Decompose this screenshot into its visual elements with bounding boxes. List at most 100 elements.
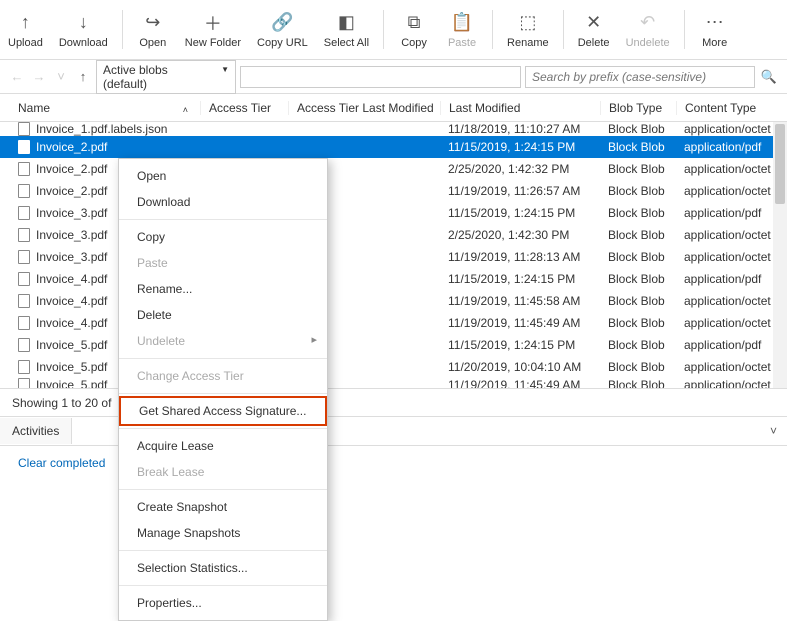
ctx-rename[interactable]: Rename... [119,276,327,302]
delete-icon: ✕ [586,11,601,35]
file-icon [18,294,30,308]
column-access-tier[interactable]: Access Tier [200,101,288,115]
upload-icon: ↑ [21,11,30,35]
cell-blob-type: Block Blob [600,294,676,308]
view-filter-dropdown[interactable]: Active blobs (default) [96,60,236,94]
cell-content-type: application/pdf [676,272,787,286]
table-row[interactable]: Invoice_1.pdf.labels.json11/18/2019, 11:… [0,122,787,136]
cell-blob-type: Block Blob [600,338,676,352]
context-menu: Open Download Copy Paste Rename... Delet… [118,158,328,621]
cell-last-modified: 11/15/2019, 1:24:15 PM [440,272,600,286]
cell-last-modified: 11/15/2019, 1:24:15 PM [440,338,600,352]
cell-last-modified: 11/19/2019, 11:45:49 AM [440,316,600,330]
column-content-type[interactable]: Content Type [676,101,787,115]
cell-content-type: application/octet [676,316,787,330]
copy-url-button[interactable]: 🔗 Copy URL [249,4,316,55]
upload-button[interactable]: ↑ Upload [0,4,51,55]
file-icon [18,184,30,198]
cell-last-modified: 11/19/2019, 11:45:58 AM [440,294,600,308]
paste-button: 📋 Paste [438,4,486,55]
file-name: Invoice_5.pdf [36,378,107,388]
nav-bar: ← → ˅ ↑ Active blobs (default) 🔍 [0,60,787,94]
cell-last-modified: 11/15/2019, 1:24:15 PM [440,206,600,220]
ctx-separator [119,393,327,394]
cell-last-modified: 11/19/2019, 11:28:13 AM [440,250,600,264]
path-input[interactable] [240,66,521,88]
cell-content-type: application/octet [676,294,787,308]
scroll-thumb[interactable] [775,124,785,204]
cell-last-modified: 2/25/2020, 1:42:32 PM [440,162,600,176]
nav-back-icon: ← [8,68,26,86]
ctx-properties[interactable]: Properties... [119,590,327,616]
cell-blob-type: Block Blob [600,360,676,374]
open-icon: ↪ [145,11,160,35]
file-name: Invoice_3.pdf [36,228,107,242]
table-row[interactable]: Invoice_2.pdf 11/15/2019, 1:24:15 PMBlock… [0,136,787,158]
copy-url-label: Copy URL [257,37,308,49]
vertical-scrollbar[interactable] [773,122,787,388]
column-last-modified[interactable]: Last Modified [440,101,600,115]
file-name: Invoice_5.pdf [36,338,107,352]
open-button[interactable]: ↪ Open [129,4,177,55]
file-name: Invoice_4.pdf [36,316,107,330]
ctx-copy[interactable]: Copy [119,224,327,250]
copy-button[interactable]: ⧉ Copy [390,4,438,55]
cell-last-modified: 11/20/2019, 10:04:10 AM [440,360,600,374]
cell-content-type: application/octet [676,122,787,136]
cell-content-type: application/octet [676,162,787,176]
file-icon [18,122,30,136]
cell-blob-type: Block Blob [600,140,676,154]
ctx-separator [119,550,327,551]
rename-button[interactable]: ⬚ Rename [499,4,557,55]
nav-up-icon[interactable]: ↑ [74,68,92,86]
more-button[interactable]: ⋯ More [691,4,739,55]
file-icon [18,250,30,264]
cell-last-modified: 11/15/2019, 1:24:15 PM [440,140,600,154]
ctx-delete[interactable]: Delete [119,302,327,328]
column-blob-type[interactable]: Blob Type [600,101,676,115]
toolbar-separator [383,10,384,49]
download-button[interactable]: ↓ Download [51,4,116,55]
new-folder-button[interactable]: ＋ New Folder [177,4,249,55]
cell-content-type: application/octet [676,184,787,198]
file-icon [18,206,30,220]
file-icon [18,228,30,242]
delete-label: Delete [578,37,610,49]
cell-content-type: application/pdf [676,338,787,352]
column-name[interactable]: Name˄ [0,101,200,115]
ctx-acquire-lease[interactable]: Acquire Lease [119,433,327,459]
ctx-separator [119,585,327,586]
file-icon [18,272,30,286]
sort-asc-icon: ˄ [183,105,188,115]
cell-blob-type: Block Blob [600,378,676,388]
ctx-open[interactable]: Open [119,163,327,189]
more-icon: ⋯ [706,11,724,35]
activities-tab[interactable]: Activities [0,418,72,444]
cell-blob-type: Block Blob [600,162,676,176]
download-label: Download [59,37,108,49]
select-all-icon: ◧ [338,11,355,35]
chevron-down-icon[interactable]: ˅ [760,424,787,438]
ctx-selection-stats[interactable]: Selection Statistics... [119,555,327,581]
ctx-download[interactable]: Download [119,189,327,215]
cell-blob-type: Block Blob [600,250,676,264]
ctx-get-sas[interactable]: Get Shared Access Signature... [119,396,327,426]
ctx-manage-snapshots[interactable]: Manage Snapshots [119,520,327,546]
column-access-tier-modified[interactable]: Access Tier Last Modified [288,101,440,115]
new-folder-label: New Folder [185,37,241,49]
ctx-create-snapshot[interactable]: Create Snapshot [119,494,327,520]
cell-blob-type: Block Blob [600,206,676,220]
search-input[interactable] [525,66,755,88]
nav-recent-icon: ˅ [52,68,70,86]
new-folder-icon: ＋ [204,11,222,35]
file-name: Invoice_2.pdf [36,140,107,154]
cell-content-type: application/octet [676,360,787,374]
delete-button[interactable]: ✕ Delete [570,4,618,55]
ctx-paste: Paste [119,250,327,276]
file-icon [18,360,30,374]
toolbar: ↑ Upload ↓ Download ↪ Open ＋ New Folder … [0,0,787,60]
select-all-button[interactable]: ◧ Select All [316,4,377,55]
ctx-separator [119,219,327,220]
cell-content-type: application/octet [676,378,787,388]
search-icon[interactable]: 🔍 [759,69,779,85]
